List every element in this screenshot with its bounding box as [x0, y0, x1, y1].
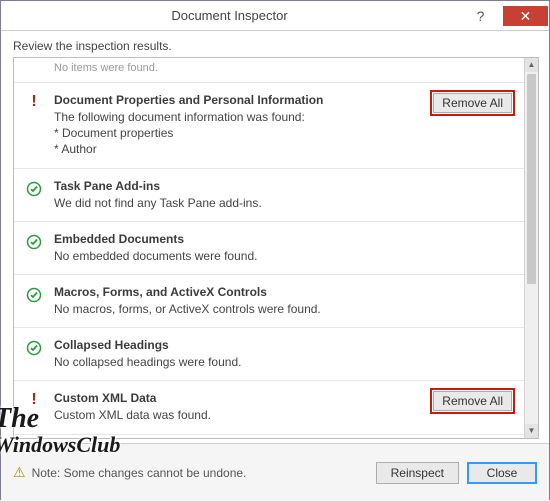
section-title: Custom XML Data — [54, 391, 425, 405]
vertical-scrollbar[interactable]: ▲ ▼ — [524, 58, 538, 438]
window-title: Document Inspector — [1, 8, 458, 23]
section-headers-footers-cutoff: Headers, Footers, and Watermarks — [14, 435, 524, 439]
remove-all-button[interactable]: Remove All — [433, 93, 512, 113]
warning-triangle-icon: ⚠ — [13, 464, 26, 481]
section-desc: We did not find any Task Pane add-ins. — [54, 195, 512, 211]
scroll-down-button[interactable]: ▼ — [525, 424, 538, 438]
results-panel: No items were found. ! Document Properti… — [13, 57, 539, 439]
section-body: Task Pane Add-ins We did not find any Ta… — [54, 179, 512, 211]
close-window-button[interactable]: ✕ — [503, 6, 548, 26]
checkmark-icon — [26, 234, 42, 250]
section-body: Custom XML Data Custom XML data was foun… — [54, 391, 425, 423]
section-embedded-documents: Embedded Documents No embedded documents… — [14, 222, 524, 275]
section-desc: The following document information was f… — [54, 109, 425, 125]
section-title: Macros, Forms, and ActiveX Controls — [54, 285, 512, 299]
section-custom-xml: ! Custom XML Data Custom XML data was fo… — [14, 381, 524, 434]
footer-note: ⚠ Note: Some changes cannot be undone. — [13, 464, 376, 481]
remove-all-button[interactable]: Remove All — [433, 391, 512, 411]
section-task-pane-addins: Task Pane Add-ins We did not find any Ta… — [14, 169, 524, 222]
scroll-thumb[interactable] — [527, 74, 536, 284]
section-title: Document Properties and Personal Informa… — [54, 93, 425, 107]
footer: ⚠ Note: Some changes cannot be undone. R… — [1, 443, 549, 501]
page-subtitle: Review the inspection results. — [1, 31, 549, 57]
footer-note-text: Note: Some changes cannot be undone. — [32, 466, 247, 480]
found-item: * Author — [54, 141, 425, 157]
section-desc: No embedded documents were found. — [54, 248, 512, 264]
section-collapsed-headings: Collapsed Headings No collapsed headings… — [14, 328, 524, 381]
checkmark-icon — [26, 287, 42, 303]
scroll-track[interactable] — [525, 72, 538, 424]
section-body: Embedded Documents No embedded documents… — [54, 232, 512, 264]
close-button[interactable]: Close — [467, 462, 537, 484]
section-title: Task Pane Add-ins — [54, 179, 512, 193]
warning-icon: ! — [26, 393, 42, 409]
titlebar: Document Inspector ? ✕ — [1, 1, 549, 31]
section-body: Document Properties and Personal Informa… — [54, 93, 425, 158]
section-title: Collapsed Headings — [54, 338, 512, 352]
found-item: * Document properties — [54, 125, 425, 141]
truncated-prior-row: No items were found. — [14, 58, 524, 83]
section-document-properties: ! Document Properties and Personal Infor… — [14, 83, 524, 169]
section-desc: No macros, forms, or ActiveX controls we… — [54, 301, 512, 317]
section-body: Macros, Forms, and ActiveX Controls No m… — [54, 285, 512, 317]
section-macros-activex: Macros, Forms, and ActiveX Controls No m… — [14, 275, 524, 328]
warning-icon: ! — [26, 95, 42, 111]
section-desc: Custom XML data was found. — [54, 407, 425, 423]
section-body: Collapsed Headings No collapsed headings… — [54, 338, 512, 370]
checkmark-icon — [26, 181, 42, 197]
checkmark-icon — [26, 340, 42, 356]
reinspect-button[interactable]: Reinspect — [376, 462, 459, 484]
results-list: No items were found. ! Document Properti… — [14, 58, 524, 438]
scroll-up-button[interactable]: ▲ — [525, 58, 538, 72]
help-button[interactable]: ? — [458, 6, 503, 26]
section-title: Embedded Documents — [54, 232, 512, 246]
section-desc: No collapsed headings were found. — [54, 354, 512, 370]
